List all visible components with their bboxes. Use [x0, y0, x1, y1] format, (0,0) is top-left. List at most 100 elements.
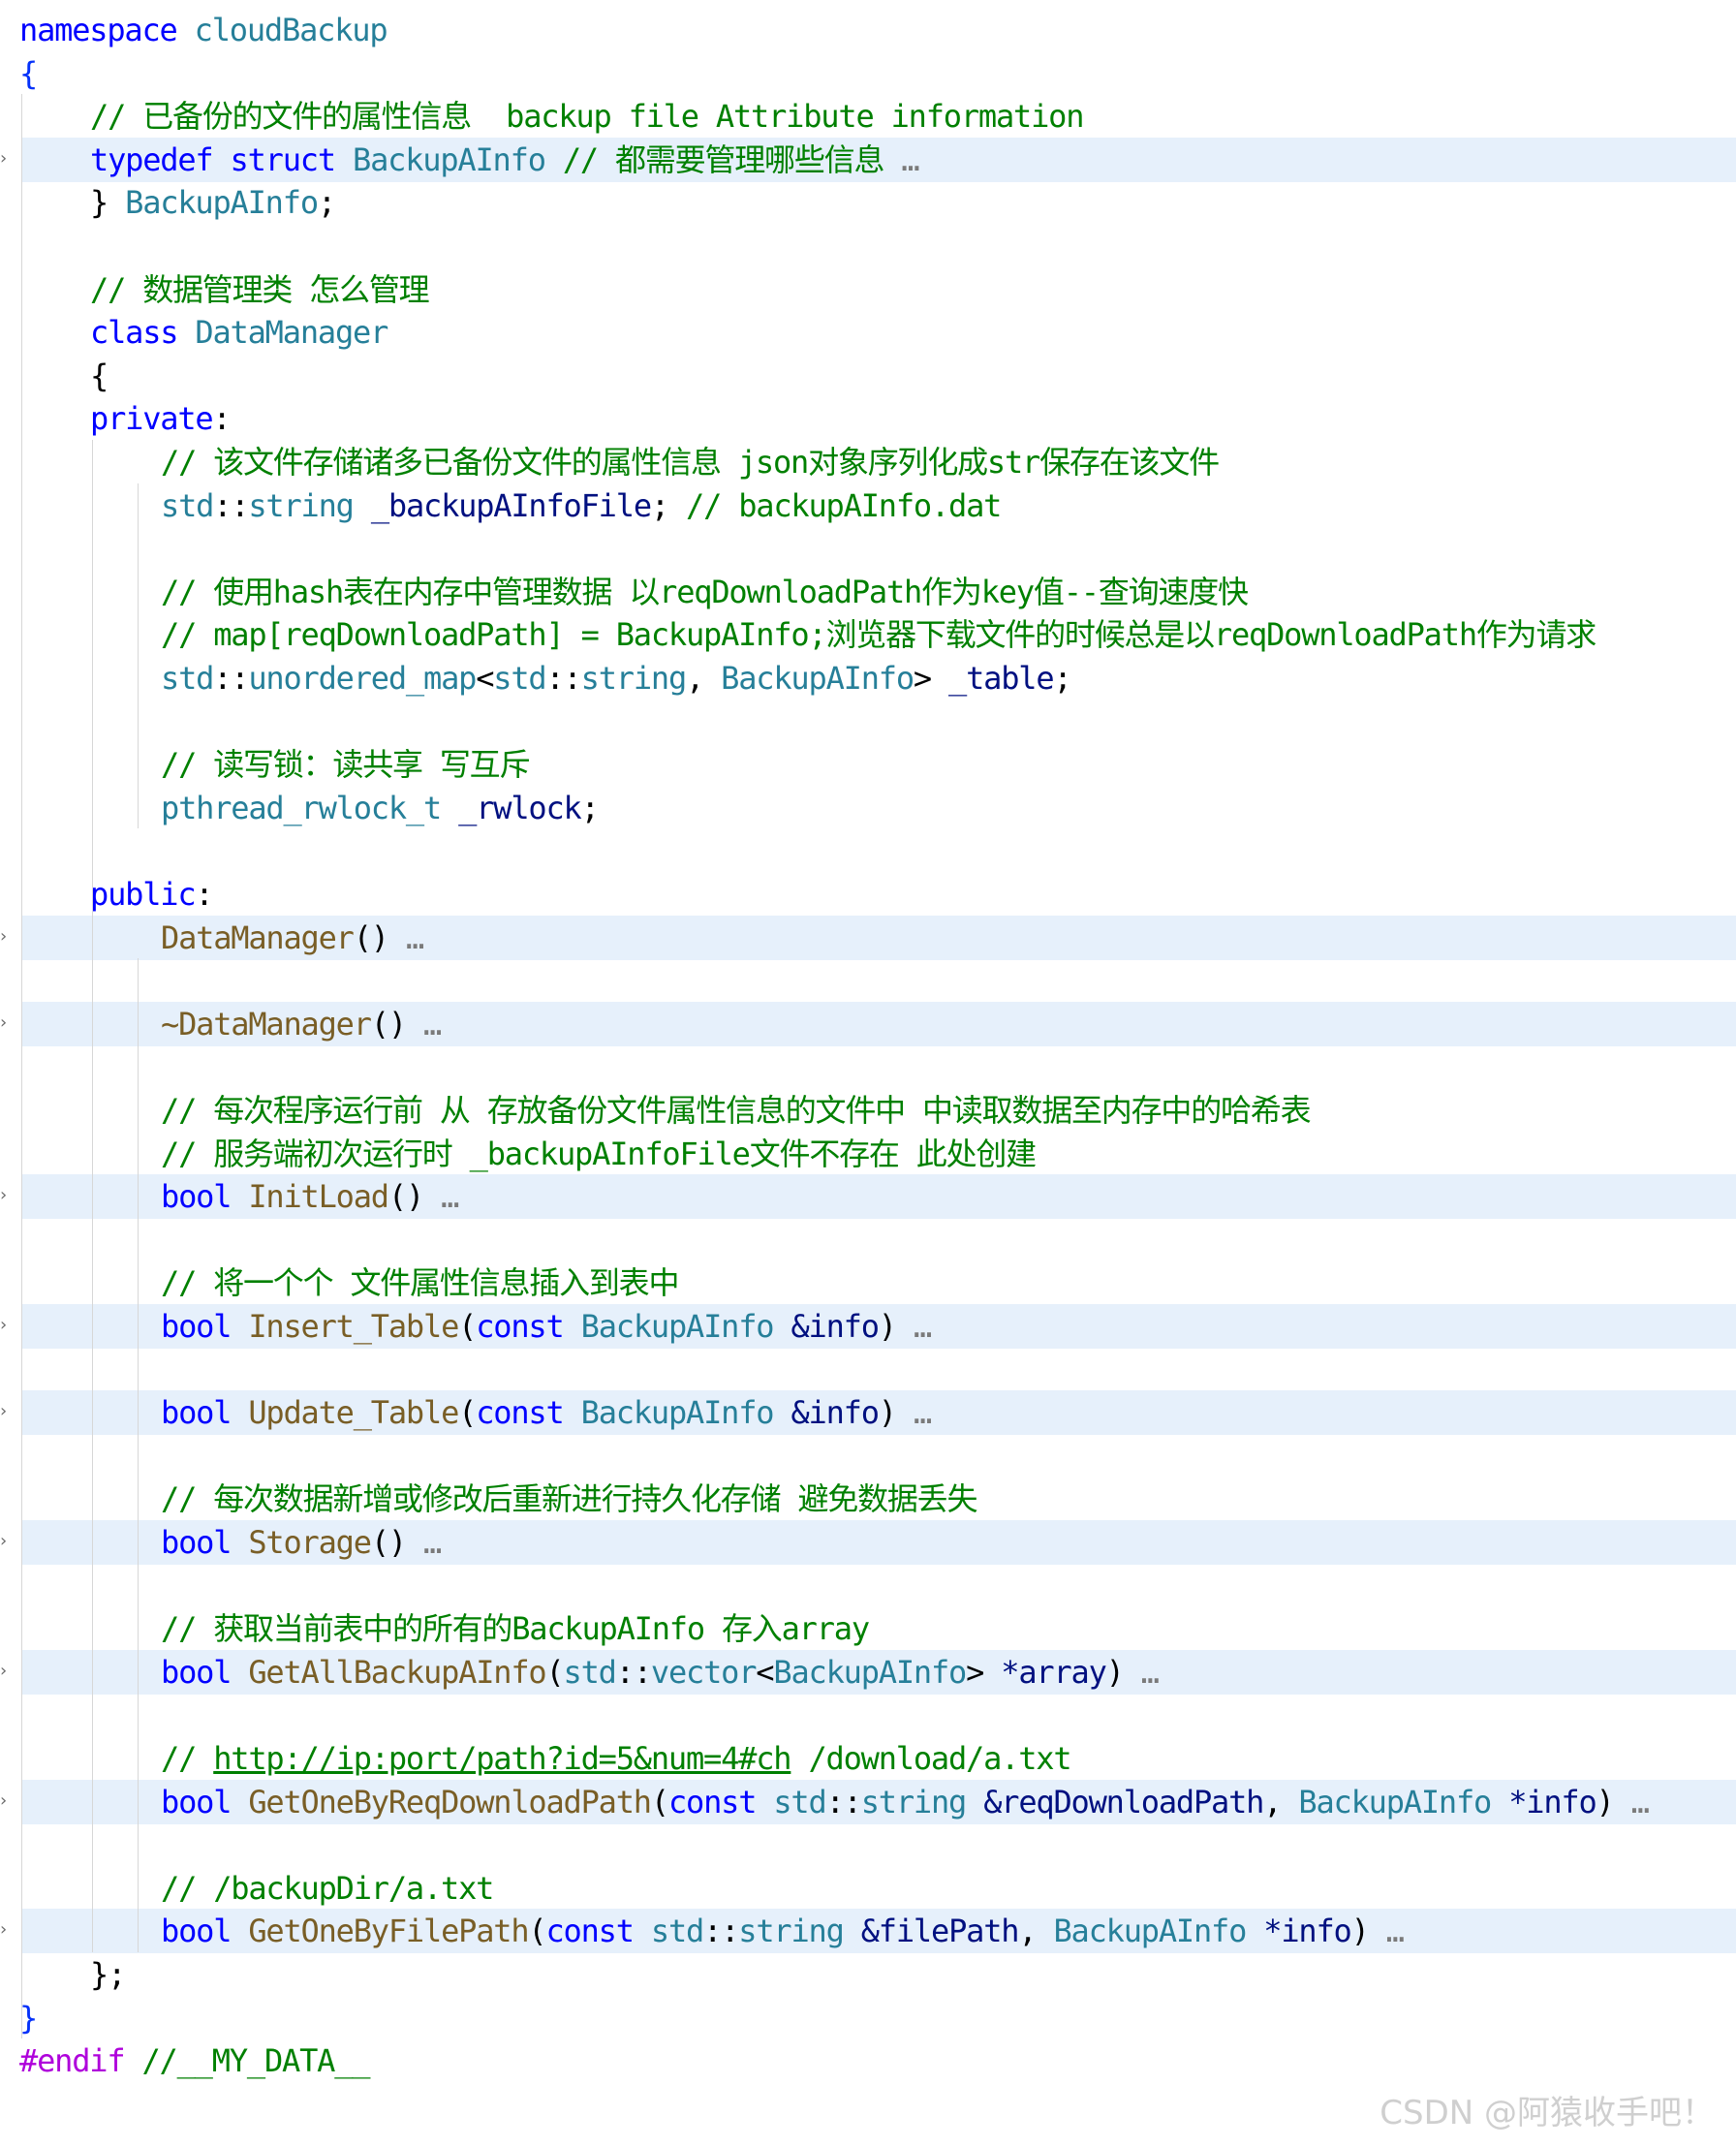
code-line[interactable]: // map[reqDownloadPath] = BackupAInfo;浏览…	[0, 612, 1736, 657]
code-line[interactable]: // 将一个个 文件属性信息插入到表中	[0, 1260, 1736, 1305]
code-token: _backupAInfoFile	[370, 486, 652, 524]
code-token: ,	[1018, 1913, 1054, 1950]
code-line[interactable]	[0, 958, 1736, 1003]
chevron-right-icon[interactable]: ›	[0, 926, 7, 947]
folded-code-line[interactable]: › bool Storage() …	[0, 1520, 1736, 1565]
code-token: {	[90, 357, 108, 394]
chevron-right-icon[interactable]: ›	[0, 1790, 7, 1811]
code-line[interactable]: // http://ip:port/path?id=5&num=4#ch /do…	[0, 1736, 1736, 1781]
chevron-right-icon[interactable]: ›	[0, 1661, 7, 1681]
code-token: std	[563, 1653, 617, 1691]
code-token: ()	[370, 1005, 407, 1042]
code-line[interactable]: // 数据管理类 怎么管理	[0, 267, 1736, 312]
folded-code-line[interactable]: › typedef struct BackupAInfo // 都需要管理哪些信息…	[0, 137, 1736, 182]
chevron-right-icon[interactable]: ›	[0, 1920, 7, 1940]
code-token: …	[895, 1394, 932, 1432]
code-token: GetAllBackupAInfo	[248, 1653, 546, 1691]
code-token[interactable]: http://ip:port/path?id=5&num=4#ch	[213, 1740, 791, 1777]
code-line[interactable]: } BackupAInfo;	[0, 180, 1736, 225]
chevron-right-icon[interactable]: ›	[0, 148, 7, 169]
code-line[interactable]: // 读写锁：读共享 写互斥	[0, 742, 1736, 787]
code-line[interactable]	[0, 1822, 1736, 1867]
code-line[interactable]: // 服务端初次运行时 _backupAInfoFile文件不存在 此处创建	[0, 1132, 1736, 1176]
code-line[interactable]	[0, 828, 1736, 873]
code-line[interactable]: // 每次程序运行前 从 存放备份文件属性信息的文件中 中读取数据至内存中的哈希…	[0, 1088, 1736, 1133]
code-token: ::	[213, 660, 249, 697]
code-line[interactable]: // 获取当前表中的所有的BackupAInfo 存入array	[0, 1606, 1736, 1651]
code-token: BackupAInfo	[773, 1653, 967, 1691]
code-line[interactable]	[0, 526, 1736, 571]
code-line[interactable]: }	[0, 1996, 1736, 2040]
folded-code-line[interactable]: › ~DataManager() …	[0, 1001, 1736, 1046]
code-line[interactable]: };	[0, 1952, 1736, 1997]
chevron-right-icon[interactable]: ›	[0, 1402, 7, 1421]
code-token: (	[545, 1653, 564, 1691]
chevron-right-icon[interactable]: ›	[0, 1012, 7, 1033]
code-token: string	[580, 660, 688, 697]
code-line[interactable]: private:	[0, 396, 1736, 441]
code-line[interactable]: std::string _backupAInfoFile; // backupA…	[0, 483, 1736, 528]
code-token: // 读写锁：读共享 写互斥	[161, 746, 530, 784]
folded-code-line[interactable]: › bool GetOneByReqDownloadPath(const std:…	[0, 1779, 1736, 1824]
code-line[interactable]	[0, 1044, 1736, 1089]
folded-code-line[interactable]: › DataManager() …	[0, 915, 1736, 960]
code-line[interactable]: pthread_rwlock_t _rwlock;	[0, 786, 1736, 830]
code-line[interactable]: // 使用hash表在内存中管理数据 以reqDownloadPath作为key…	[0, 570, 1736, 614]
code-token: const	[545, 1913, 635, 1950]
code-line[interactable]: std::unordered_map<std::string, BackupAI…	[0, 656, 1736, 700]
chevron-right-icon[interactable]: ›	[0, 1186, 7, 1205]
code-token: ()	[353, 918, 389, 956]
code-line[interactable]	[0, 1564, 1736, 1608]
code-line[interactable]: // 每次数据新增或修改后重新进行持久化存储 避免数据丢失	[0, 1477, 1736, 1521]
code-token: …	[405, 1524, 442, 1561]
code-token: &reqDownloadPath	[983, 1783, 1264, 1820]
code-line[interactable]	[0, 224, 1736, 268]
code-text: bool InitLoad() …	[161, 1174, 459, 1219]
code-line[interactable]: // /backupDir/a.txt	[0, 1866, 1736, 1911]
code-token: bool	[161, 1308, 232, 1345]
code-line[interactable]	[0, 1693, 1736, 1737]
code-text: std::string _backupAInfoFile; // backupA…	[161, 483, 1002, 528]
code-line[interactable]: {	[0, 51, 1736, 96]
code-editor[interactable]: namespace cloudBackup{// 已备份的文件的属性信息 bac…	[0, 0, 1736, 2147]
code-token: /download/a.txt	[790, 1740, 1071, 1777]
code-token: BackupAInfo	[580, 1308, 775, 1345]
chevron-right-icon[interactable]: ›	[0, 1316, 7, 1335]
folded-code-line[interactable]: › bool InitLoad() …	[0, 1174, 1736, 1220]
code-token: DataManager	[195, 314, 388, 352]
code-token: // 每次程序运行前 从 存放备份文件属性信息的文件中 中读取数据至内存中的哈希…	[161, 1092, 1312, 1129]
code-token: …	[405, 1005, 442, 1042]
folded-code-line[interactable]: › bool Insert_Table(const BackupAInfo &in…	[0, 1304, 1736, 1349]
code-line[interactable]: public:	[0, 872, 1736, 917]
code-token: BackupAInfo	[353, 140, 546, 178]
code-line[interactable]: #endif //__MY_DATA__	[0, 2038, 1736, 2083]
code-line[interactable]	[0, 700, 1736, 744]
code-token: :	[195, 876, 213, 913]
code-text: bool GetAllBackupAInfo(std::vector<Backu…	[161, 1650, 1160, 1695]
indent-guide	[92, 440, 93, 1952]
code-token: >	[913, 660, 949, 697]
code-token: class	[90, 314, 179, 352]
code-line[interactable]: {	[0, 354, 1736, 398]
code-line[interactable]: // 该文件存储诸多已备份文件的属性信息 json对象序列化成str保存在该文件	[0, 440, 1736, 484]
folded-code-line[interactable]: › bool GetOneByFilePath(const std::string…	[0, 1909, 1736, 1954]
code-line[interactable]	[0, 1218, 1736, 1262]
code-line[interactable]: class DataManager	[0, 310, 1736, 355]
code-line[interactable]: namespace cloudBackup	[0, 8, 1736, 52]
chevron-right-icon[interactable]: ›	[0, 1532, 7, 1551]
code-token: // 将一个个 文件属性信息插入到表中	[161, 1264, 679, 1302]
code-token: )	[878, 1308, 897, 1345]
code-line[interactable]	[0, 1434, 1736, 1478]
code-text: bool Storage() …	[161, 1520, 442, 1565]
folded-code-line[interactable]: › bool GetAllBackupAInfo(std::vector<Back…	[0, 1649, 1736, 1695]
folded-code-line[interactable]: › bool Update_Table(const BackupAInfo &in…	[0, 1390, 1736, 1436]
code-token: >	[966, 1653, 1002, 1691]
code-text: // 使用hash表在内存中管理数据 以reqDownloadPath作为key…	[161, 570, 1249, 614]
code-token: *info	[1263, 1913, 1352, 1950]
code-line[interactable]	[0, 1348, 1736, 1392]
code-line[interactable]: // 已备份的文件的属性信息 backup file Attribute inf…	[0, 94, 1736, 139]
